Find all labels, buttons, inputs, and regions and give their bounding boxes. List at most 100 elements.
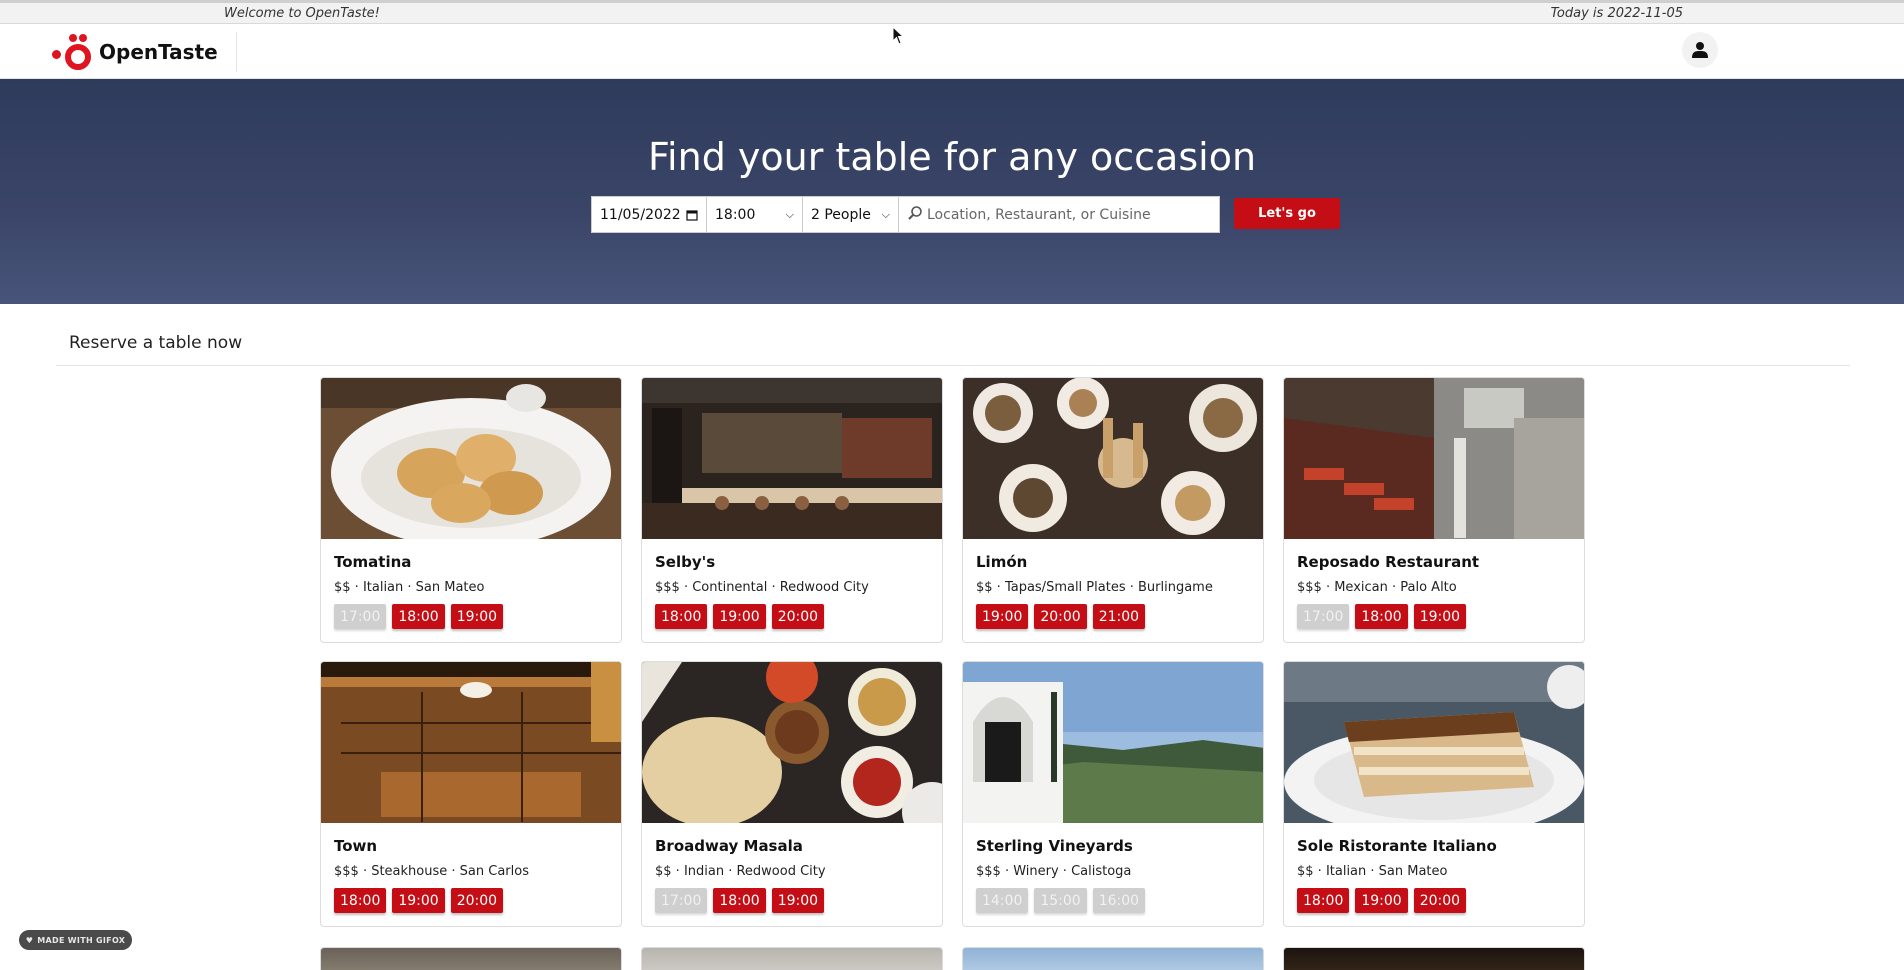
time-slot-button[interactable]: 18:00 <box>334 888 387 913</box>
user-icon <box>1692 42 1708 58</box>
lets-go-button[interactable]: Let's go <box>1234 198 1340 229</box>
restaurant-meta: $$ · Italian · San Mateo <box>334 580 485 595</box>
time-slots: 17:00 18:00 19:00 <box>655 888 929 913</box>
restaurant-card[interactable]: Broadway Masala $$ · Indian · Redwood Ci… <box>641 661 943 927</box>
fox-icon: ♥ <box>25 935 34 945</box>
restaurant-grid: Tomatina $$ · Italian · San Mateo 17:00 … <box>320 377 1586 927</box>
mouse-cursor-icon <box>892 25 906 50</box>
logo[interactable]: OpenTaste <box>50 33 218 71</box>
restaurant-meta: $$$ · Steakhouse · San Carlos <box>334 864 529 879</box>
time-slot-button: 16:00 <box>1092 888 1146 913</box>
time-slot-button: 14:00 <box>976 888 1029 913</box>
restaurant-card-partial[interactable] <box>320 947 622 970</box>
restaurant-card[interactable]: Reposado Restaurant $$$ · Mexican · Palo… <box>1283 377 1585 643</box>
time-slot-button[interactable]: 18:00 <box>1355 604 1408 629</box>
time-slots: 18:00 19:00 20:00 <box>334 888 608 913</box>
gifox-badge: ♥ MADE WITH GIFOX <box>19 930 132 950</box>
time-slot-button[interactable]: 20:00 <box>1034 604 1087 629</box>
restaurant-card-partial[interactable] <box>641 947 943 970</box>
time-slot-button: 17:00 <box>334 604 387 629</box>
time-slot-button[interactable]: 20:00 <box>771 604 825 629</box>
time-slot-button[interactable]: 19:00 <box>976 604 1029 629</box>
logo-text: OpenTaste <box>99 40 218 64</box>
time-slot-button: 15:00 <box>1034 888 1087 913</box>
header-divider <box>236 32 237 72</box>
time-slot-button[interactable]: 19:00 <box>713 604 766 629</box>
restaurant-meta: $$ · Italian · San Mateo <box>1297 864 1448 879</box>
restaurant-name[interactable]: Town <box>334 837 608 855</box>
search-form: 11/05/2022 18:00 ⌵ 2 People ⌵ Location, … <box>591 196 1220 233</box>
restaurant-photo[interactable] <box>963 662 1263 823</box>
gifox-badge-text: MADE WITH GIFOX <box>37 935 126 945</box>
time-slot-button: 17:00 <box>1297 604 1350 629</box>
restaurant-name[interactable]: Broadway Masala <box>655 837 929 855</box>
hero-banner: Find your table for any occasion 11/05/2… <box>0 79 1904 304</box>
section-divider <box>56 365 1850 366</box>
restaurant-photo[interactable] <box>1284 378 1584 539</box>
time-value: 18:00 <box>715 206 756 223</box>
time-slot-button[interactable]: 19:00 <box>1413 604 1467 629</box>
time-slot-button: 17:00 <box>655 888 708 913</box>
restaurant-photo[interactable] <box>1284 662 1584 823</box>
restaurant-photo[interactable] <box>963 378 1263 539</box>
restaurant-name[interactable]: Sole Ristorante Italiano <box>1297 837 1571 855</box>
time-slot-button[interactable]: 18:00 <box>392 604 445 629</box>
restaurant-name[interactable]: Limón <box>976 553 1250 571</box>
restaurant-card[interactable]: Selby's $$$ · Continental · Redwood City… <box>641 377 943 643</box>
restaurant-card[interactable]: Limón $$ · Tapas/Small Plates · Burlinga… <box>962 377 1264 643</box>
restaurant-card[interactable]: Tomatina $$ · Italian · San Mateo 17:00 … <box>320 377 622 643</box>
search-placeholder: Location, Restaurant, or Cuisine <box>927 206 1151 223</box>
party-size-select[interactable]: 2 People ⌵ <box>803 197 899 232</box>
time-slot-button[interactable]: 18:00 <box>1297 888 1350 913</box>
search-input[interactable]: Location, Restaurant, or Cuisine <box>899 197 1219 232</box>
time-slot-button[interactable]: 21:00 <box>1092 604 1146 629</box>
logo-mark-icon <box>50 33 94 71</box>
restaurant-meta: $$ · Indian · Redwood City <box>655 864 826 879</box>
top-info-bar: Welcome to OpenTaste! Today is 2022-11-0… <box>0 0 1904 24</box>
time-slots: 17:00 18:00 19:00 <box>1297 604 1571 629</box>
chevron-down-icon: ⌵ <box>785 207 794 221</box>
time-slot-button[interactable]: 19:00 <box>1355 888 1408 913</box>
restaurant-name[interactable]: Tomatina <box>334 553 608 571</box>
time-slots: 18:00 19:00 20:00 <box>1297 888 1571 913</box>
restaurant-card[interactable]: Sole Ristorante Italiano $$ · Italian · … <box>1283 661 1585 927</box>
restaurant-name[interactable]: Reposado Restaurant <box>1297 553 1571 571</box>
profile-button[interactable] <box>1682 32 1718 68</box>
time-slot-button[interactable]: 19:00 <box>392 888 445 913</box>
restaurant-photo[interactable] <box>642 662 942 823</box>
site-header: OpenTaste <box>0 24 1904 79</box>
restaurant-name[interactable]: Sterling Vineyards <box>976 837 1250 855</box>
time-select[interactable]: 18:00 ⌵ <box>707 197 803 232</box>
restaurant-meta: $$ · Tapas/Small Plates · Burlingame <box>976 580 1213 595</box>
hero-title: Find your table for any occasion <box>647 135 1257 179</box>
section-title: Reserve a table now <box>69 333 243 353</box>
time-slots: 17:00 18:00 19:00 <box>334 604 608 629</box>
restaurant-meta: $$$ · Winery · Calistoga <box>976 864 1132 879</box>
time-slot-button[interactable]: 19:00 <box>771 888 825 913</box>
date-value: 11/05/2022 <box>600 206 681 223</box>
restaurant-name[interactable]: Selby's <box>655 553 929 571</box>
calendar-icon <box>686 209 698 221</box>
restaurant-card[interactable]: Town $$$ · Steakhouse · San Carlos 18:00… <box>320 661 622 927</box>
time-slot-button[interactable]: 19:00 <box>450 604 504 629</box>
restaurant-photo[interactable] <box>321 378 621 539</box>
people-value: 2 People <box>811 206 871 223</box>
restaurant-card-partial[interactable] <box>1283 947 1585 970</box>
time-slot-button[interactable]: 20:00 <box>1413 888 1467 913</box>
welcome-text: Welcome to OpenTaste! <box>224 6 380 21</box>
restaurant-meta: $$$ · Continental · Redwood City <box>655 580 869 595</box>
search-icon <box>907 205 923 225</box>
time-slot-button[interactable]: 18:00 <box>713 888 766 913</box>
time-slots: 18:00 19:00 20:00 <box>655 604 929 629</box>
restaurant-meta: $$$ · Mexican · Palo Alto <box>1297 580 1457 595</box>
today-date-text: Today is 2022-11-05 <box>1550 6 1683 21</box>
time-slots: 19:00 20:00 21:00 <box>976 604 1250 629</box>
time-slot-button[interactable]: 18:00 <box>655 604 708 629</box>
restaurant-card[interactable]: Sterling Vineyards $$$ · Winery · Calist… <box>962 661 1264 927</box>
chevron-down-icon: ⌵ <box>881 207 890 221</box>
restaurant-photo[interactable] <box>642 378 942 539</box>
time-slot-button[interactable]: 20:00 <box>450 888 504 913</box>
restaurant-photo[interactable] <box>321 662 621 823</box>
restaurant-card-partial[interactable] <box>962 947 1264 970</box>
date-picker[interactable]: 11/05/2022 <box>592 197 707 232</box>
